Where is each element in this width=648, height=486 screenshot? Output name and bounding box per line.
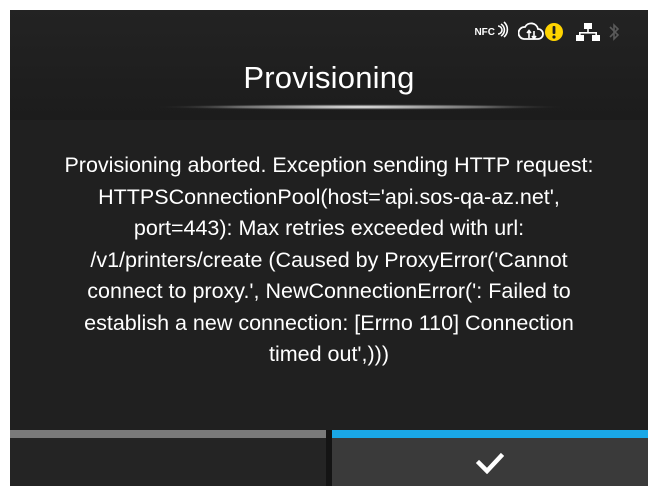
error-message: Provisioning aborted. Exception sending … [64,153,594,366]
nfc-label: NFC [474,26,495,38]
title-area: NFC Provisioning [10,10,648,120]
status-bar: NFC [474,18,620,46]
network-icon [576,22,600,42]
checkmark-icon [476,452,504,474]
warning-icon [544,22,564,42]
nfc-icon: NFC [474,21,510,38]
confirm-button[interactable] [332,430,648,486]
printer-screen: NFC Provisioning Provisioning aborted. E… [10,10,648,486]
cloud-sync-icon [518,21,544,43]
page-title: Provisioning [243,60,415,95]
back-button[interactable] [10,430,326,486]
bluetooth-icon [608,22,620,42]
title-underline [150,104,570,110]
